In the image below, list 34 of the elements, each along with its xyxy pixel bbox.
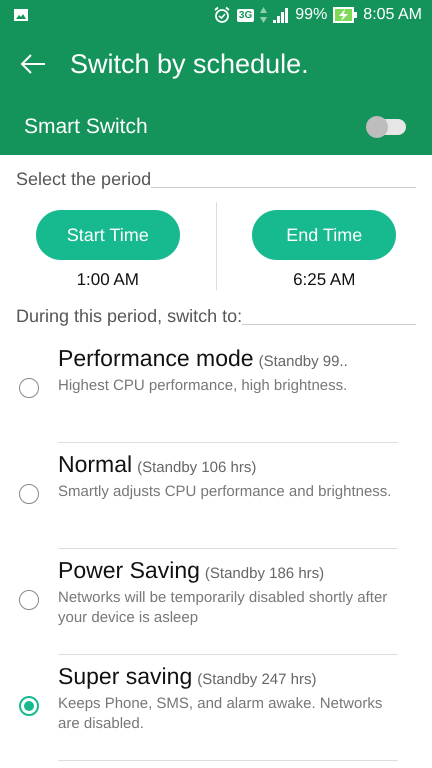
mode-description: Networks will be temporarily disabled shortly after your device is asleep bbox=[58, 588, 388, 628]
time-button[interactable]: Start Time bbox=[36, 210, 180, 260]
radio-button[interactable] bbox=[19, 378, 39, 398]
mode-name: Normal bbox=[58, 451, 132, 478]
time-value: 6:25 AM bbox=[293, 270, 356, 290]
image-icon bbox=[14, 9, 28, 21]
radio-button[interactable] bbox=[19, 484, 39, 504]
radio-button[interactable] bbox=[19, 590, 39, 610]
clock: 8:05 AM bbox=[363, 6, 422, 24]
section-label: During this period, switch to: bbox=[16, 306, 242, 327]
screen-title: Switch by schedule. bbox=[70, 48, 309, 80]
back-arrow-icon[interactable] bbox=[20, 53, 46, 75]
mode-name: Performance mode bbox=[58, 345, 254, 372]
time-value: 1:00 AM bbox=[76, 270, 139, 290]
standby-time: (Standby 186 hrs) bbox=[204, 565, 324, 582]
standby-time: (Standby 106 hrs) bbox=[137, 459, 256, 476]
standby-time: (Standby 247 hrs) bbox=[197, 671, 316, 688]
smart-switch-label: Smart Switch bbox=[24, 114, 149, 138]
battery-percent: 99% bbox=[295, 6, 328, 24]
mode-name: Power Saving bbox=[58, 557, 200, 584]
battery-charging-icon bbox=[333, 7, 358, 23]
section-label: Select the period bbox=[16, 169, 152, 190]
mode-description: Smartly adjusts CPU performance and brightness. bbox=[58, 482, 392, 502]
network-type: 3G bbox=[236, 8, 254, 22]
standby-time: (Standby 99.. bbox=[258, 353, 348, 370]
alarm-icon bbox=[212, 6, 231, 24]
radio-button[interactable] bbox=[19, 696, 39, 716]
mode-description: Keeps Phone, SMS, and alarm awake. Networks are disabled. bbox=[58, 694, 384, 734]
signal-icon bbox=[273, 7, 290, 23]
data-arrows-icon bbox=[260, 7, 268, 23]
time-button[interactable]: End Time bbox=[252, 210, 396, 260]
mode-name: Super saving bbox=[58, 663, 192, 690]
smart-switch-toggle[interactable] bbox=[366, 116, 408, 138]
mode-description: Highest CPU performance, high brightness. bbox=[58, 376, 348, 396]
